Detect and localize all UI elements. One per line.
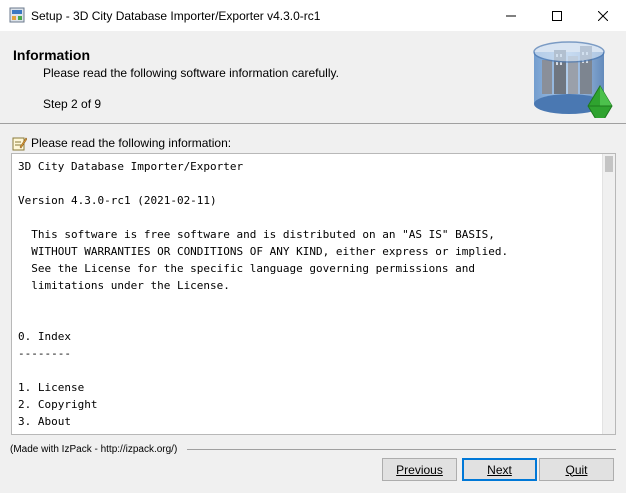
izpack-credit: (Made with IzPack - http://izpack.org/) (10, 444, 178, 455)
previous-label: Previous (396, 462, 443, 477)
scrollbar-thumb[interactable] (605, 156, 613, 172)
footer-divider (187, 449, 616, 450)
next-button[interactable]: Next (462, 458, 537, 481)
installer-icon (9, 7, 25, 23)
quit-label: Quit (565, 462, 588, 477)
minimize-icon (506, 15, 516, 16)
3d-city-database-logo (528, 40, 616, 127)
previous-button[interactable]: Previous (382, 458, 457, 481)
note-pencil-icon (12, 136, 28, 151)
quit-button[interactable]: Quit (539, 458, 614, 481)
close-button[interactable] (580, 0, 626, 31)
close-icon (598, 10, 608, 21)
prompt-label: Please read the following information: (31, 136, 232, 150)
vertical-scrollbar[interactable] (602, 154, 615, 434)
maximize-button[interactable] (534, 0, 580, 31)
page-subtitle: Please read the following software infor… (43, 66, 339, 80)
next-label: Next (487, 462, 512, 477)
information-text-area[interactable]: 3D City Database Importer/Exporter Versi… (11, 153, 616, 435)
title-bar[interactable]: Setup - 3D City Database Importer/Export… (0, 0, 626, 31)
step-indicator: Step 2 of 9 (43, 97, 102, 111)
info-prompt: Please read the following information: (12, 135, 231, 151)
maximize-icon (552, 10, 562, 21)
window-title: Setup - 3D City Database Importer/Export… (31, 9, 321, 23)
license-text: 3D City Database Importer/Exporter Versi… (18, 160, 509, 434)
wizard-header: Information Please read the following so… (0, 31, 626, 127)
page-title: Information (13, 47, 90, 63)
minimize-button[interactable] (488, 0, 534, 31)
